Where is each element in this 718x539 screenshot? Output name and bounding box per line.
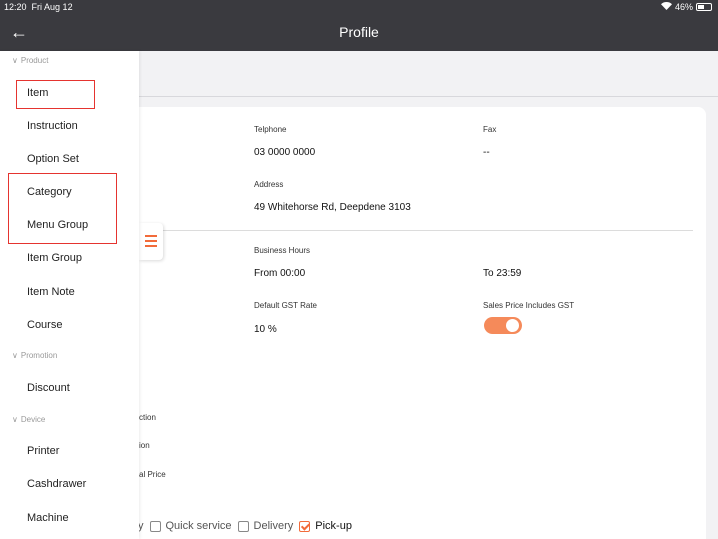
telephone-label: Telphone: [254, 125, 287, 134]
sidebar-item-course[interactable]: Course: [27, 319, 62, 331]
sidebar-section-device[interactable]: ∨ Device: [12, 415, 45, 424]
pickup-label: Pick-up: [315, 520, 352, 532]
hamburger-menu-icon[interactable]: [139, 223, 163, 260]
status-time: 12:20: [4, 2, 27, 12]
quick-service-label: Quick service: [165, 520, 232, 532]
order-type-options: y Quick service Delivery Pick-up: [138, 520, 352, 532]
chevron-down-icon: ∨: [12, 415, 18, 424]
sidebar-item-menu-group[interactable]: Menu Group: [27, 219, 88, 231]
status-time-date: 12:20 Fri Aug 12: [4, 2, 73, 12]
nav-bar: ← Profile: [0, 14, 718, 51]
wifi-icon: [660, 2, 672, 12]
sales-price-gst-toggle[interactable]: [484, 317, 522, 334]
fax-label: Fax: [483, 125, 497, 134]
profile-card: [120, 107, 706, 539]
section-divider: [120, 230, 693, 231]
pickup-checkbox[interactable]: [299, 520, 311, 532]
sidebar-item-cashdrawer[interactable]: Cashdrawer: [27, 478, 86, 490]
telephone-value: 03 0000 0000: [254, 147, 316, 158]
chevron-down-icon: ∨: [12, 56, 18, 65]
partial-label-2: ion: [139, 441, 150, 450]
sidebar-item-category[interactable]: Category: [27, 186, 72, 198]
sidebar-item-printer[interactable]: Printer: [27, 445, 59, 457]
quick-service-checkbox[interactable]: [149, 520, 161, 532]
business-hours-from: From 00:00: [254, 268, 306, 279]
business-hours-label: Business Hours: [254, 246, 311, 255]
partial-label-1: ction: [139, 413, 156, 422]
business-hours-to: To 23:59: [483, 268, 522, 279]
sidebar-item-instruction[interactable]: Instruction: [27, 120, 78, 132]
delivery-checkbox[interactable]: [237, 520, 249, 532]
page-title: Profile: [339, 24, 379, 40]
fax-value: --: [483, 147, 490, 158]
status-bar: 12:20 Fri Aug 12 46%: [0, 0, 718, 14]
sidebar: ∨ Product Item Instruction Option Set Cat…: [0, 51, 139, 539]
sidebar-item-item-note[interactable]: Item Note: [27, 286, 75, 298]
top-strip: [139, 51, 718, 97]
sidebar-item-item[interactable]: Item: [27, 87, 48, 99]
sidebar-item-machine[interactable]: Machine: [27, 512, 69, 524]
sidebar-item-item-group[interactable]: Item Group: [27, 252, 82, 264]
battery-percent: 46%: [674, 2, 693, 12]
chevron-down-icon: ∨: [12, 351, 18, 360]
address-value: 49 Whitehorse Rd, Deepdene 3103: [254, 202, 411, 213]
sales-price-gst-label: Sales Price Includes GST: [483, 301, 575, 310]
status-date: Fri Aug 12: [31, 2, 73, 12]
gst-rate-label: Default GST Rate: [254, 301, 317, 310]
sidebar-item-discount[interactable]: Discount: [27, 382, 70, 394]
sidebar-section-promotion[interactable]: ∨ Promotion: [12, 351, 57, 360]
sidebar-item-option-set[interactable]: Option Set: [27, 153, 79, 165]
delivery-label: Delivery: [253, 520, 294, 532]
gst-rate-value: 10 %: [254, 324, 277, 335]
address-label: Address: [254, 180, 284, 189]
partial-label-3: al Price: [139, 470, 166, 479]
toggle-knob: [506, 319, 519, 332]
battery-icon: [696, 3, 712, 11]
sidebar-section-product[interactable]: ∨ Product: [12, 56, 48, 65]
